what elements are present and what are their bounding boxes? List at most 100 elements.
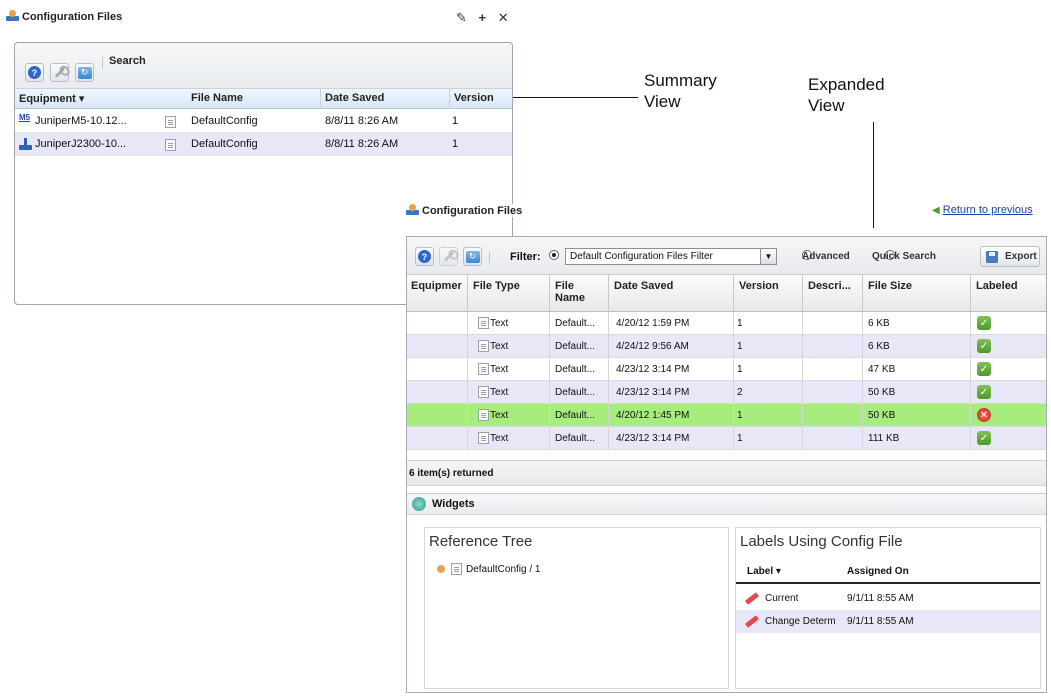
date-saved-cell: 4/23/12 3:14 PM bbox=[616, 387, 690, 398]
table-row[interactable]: Text Default... 4/20/12 1:59 PM 1 6 KB ✓ bbox=[407, 312, 1046, 335]
configuration-files-icon bbox=[6, 10, 19, 21]
file-size-cell: 50 KB bbox=[868, 387, 896, 398]
file-name-cell: Default... bbox=[555, 341, 596, 352]
version-cell: 1 bbox=[737, 364, 743, 375]
list-item[interactable]: Current 9/1/11 8:55 AM bbox=[736, 587, 1040, 610]
return-to-previous-link[interactable]: ◀ Return to previous bbox=[932, 204, 1033, 216]
table-row[interactable]: Text Default... 4/24/12 9:56 AM 1 6 KB ✓ bbox=[407, 335, 1046, 358]
column-description[interactable]: Descri... bbox=[808, 280, 851, 292]
widgets-header[interactable]: Widgets bbox=[407, 493, 1046, 515]
tree-node-label: DefaultConfig / 1 bbox=[466, 564, 541, 575]
file-icon bbox=[478, 409, 489, 421]
file-icon bbox=[478, 432, 489, 444]
refresh-icon: ↻ bbox=[465, 250, 480, 263]
expanded-callout-line1: Expanded bbox=[808, 75, 885, 94]
return-link-text: Return to previous bbox=[942, 204, 1033, 216]
column-date-saved[interactable]: Date Saved bbox=[614, 280, 673, 292]
file-icon bbox=[165, 116, 176, 128]
column-divider bbox=[970, 312, 971, 450]
table-row[interactable]: Text Default... 4/23/12 3:14 PM 1 111 KB ✓ bbox=[407, 427, 1046, 450]
router-icon bbox=[19, 138, 32, 150]
filter-select[interactable]: Default Configuration Files Filter ▼ bbox=[565, 248, 777, 265]
column-equipment[interactable]: Equipment ▾ bbox=[19, 92, 84, 105]
label-name: Current bbox=[765, 593, 799, 604]
labeled-check-icon: ✓ bbox=[977, 385, 991, 399]
column-divider bbox=[549, 312, 550, 450]
file-size-cell: 6 KB bbox=[868, 318, 890, 329]
settings-button[interactable] bbox=[50, 63, 69, 82]
column-divider bbox=[320, 89, 321, 109]
table-row[interactable]: Text Default... 4/23/12 3:14 PM 1 47 KB ✓ bbox=[407, 358, 1046, 381]
widgets-title: Widgets bbox=[432, 498, 475, 510]
file-size-cell: 6 KB bbox=[868, 341, 890, 352]
settings-button[interactable] bbox=[439, 247, 458, 266]
file-type-cell: Text bbox=[490, 387, 509, 398]
column-equipment[interactable]: Equipmer bbox=[411, 280, 467, 292]
table-row[interactable]: M5 JuniperM5-10.12... DefaultConfig 8/8/… bbox=[15, 110, 512, 133]
help-button[interactable]: ? bbox=[25, 63, 44, 82]
column-file-size[interactable]: File Size bbox=[868, 280, 912, 292]
column-file-name[interactable]: File Name bbox=[191, 92, 243, 104]
close-icon[interactable]: ✕ bbox=[498, 10, 509, 25]
help-icon: ? bbox=[28, 66, 41, 79]
table-row[interactable]: Text Default... 4/20/12 1:45 PM 1 50 KB ✕ bbox=[407, 404, 1046, 427]
file-name-cell: Default... bbox=[555, 433, 596, 444]
version-cell: 1 bbox=[737, 410, 743, 421]
help-button[interactable]: ? bbox=[415, 247, 434, 266]
tree-expand-icon[interactable] bbox=[437, 565, 445, 573]
expanded-callout-line2: View bbox=[808, 96, 845, 115]
back-arrow-icon: ◀ bbox=[932, 205, 940, 216]
equipment-icon: M5 bbox=[19, 113, 31, 122]
add-icon[interactable]: + bbox=[479, 10, 487, 25]
date-saved-cell: 4/23/12 3:14 PM bbox=[616, 364, 690, 375]
date-saved-cell: 4/23/12 3:14 PM bbox=[616, 433, 690, 444]
label-tag-icon bbox=[744, 592, 760, 605]
pin-icon[interactable]: ✎ bbox=[456, 10, 467, 25]
window-controls: ✎ + ✕ bbox=[456, 10, 509, 26]
column-divider bbox=[549, 275, 550, 312]
column-divider bbox=[608, 275, 609, 312]
column-divider bbox=[862, 312, 863, 450]
collapse-widgets-icon[interactable] bbox=[412, 497, 426, 511]
export-button[interactable]: Export bbox=[980, 246, 1040, 267]
file-icon bbox=[451, 563, 462, 575]
summary-toolbar: ? ↻ Search bbox=[15, 43, 512, 89]
column-label[interactable]: Label ▾ bbox=[747, 566, 781, 577]
column-divider bbox=[862, 275, 863, 312]
summary-table-header: Equipment ▾ File Name Date Saved Version bbox=[15, 89, 512, 109]
file-type-cell: Text bbox=[490, 341, 509, 352]
summary-title-text: Configuration Files bbox=[22, 11, 123, 23]
column-file-name[interactable]: File Name bbox=[555, 280, 589, 304]
column-divider bbox=[733, 312, 734, 450]
expanded-view-callout: Expanded View bbox=[808, 74, 885, 116]
refresh-icon: ↻ bbox=[77, 66, 92, 79]
advanced-label[interactable]: Advanced bbox=[802, 251, 850, 262]
wrench-icon bbox=[443, 251, 454, 262]
column-labeled[interactable]: Labeled bbox=[976, 280, 1018, 292]
export-label: Export bbox=[1005, 251, 1037, 262]
column-date-saved[interactable]: Date Saved bbox=[325, 92, 384, 104]
column-version[interactable]: Version bbox=[739, 280, 779, 292]
labeled-check-icon: ✓ bbox=[977, 339, 991, 353]
column-version[interactable]: Version bbox=[454, 92, 494, 104]
file-size-cell: 50 KB bbox=[868, 410, 896, 421]
expanded-panel: ? ↻ Filter: Default Configuration Files … bbox=[406, 236, 1047, 693]
list-item[interactable]: Change Determ 9/1/11 8:55 AM bbox=[736, 610, 1040, 633]
refresh-button[interactable]: ↻ bbox=[75, 63, 94, 82]
column-file-type[interactable]: File Type bbox=[473, 280, 520, 292]
column-divider bbox=[733, 275, 734, 312]
status-text: 6 item(s) returned bbox=[409, 468, 494, 479]
label-name: Change Determ bbox=[765, 616, 836, 627]
column-divider bbox=[467, 275, 468, 312]
date-saved-cell: 8/8/11 8:26 AM bbox=[325, 138, 399, 150]
table-row[interactable]: JuniperJ2300-10... DefaultConfig 8/8/11 … bbox=[15, 133, 512, 156]
table-row[interactable]: Text Default... 4/23/12 3:14 PM 2 50 KB ✓ bbox=[407, 381, 1046, 404]
date-saved-cell: 4/24/12 9:56 AM bbox=[616, 341, 689, 352]
file-size-cell: 111 KB bbox=[868, 433, 900, 444]
filter-radio[interactable] bbox=[549, 250, 559, 260]
quick-search-label[interactable]: Quick Search bbox=[872, 251, 936, 262]
refresh-button[interactable]: ↻ bbox=[463, 247, 482, 266]
search-link[interactable]: Search bbox=[109, 55, 146, 67]
column-assigned-on[interactable]: Assigned On bbox=[847, 566, 909, 577]
file-name-cell: DefaultConfig bbox=[191, 138, 258, 150]
